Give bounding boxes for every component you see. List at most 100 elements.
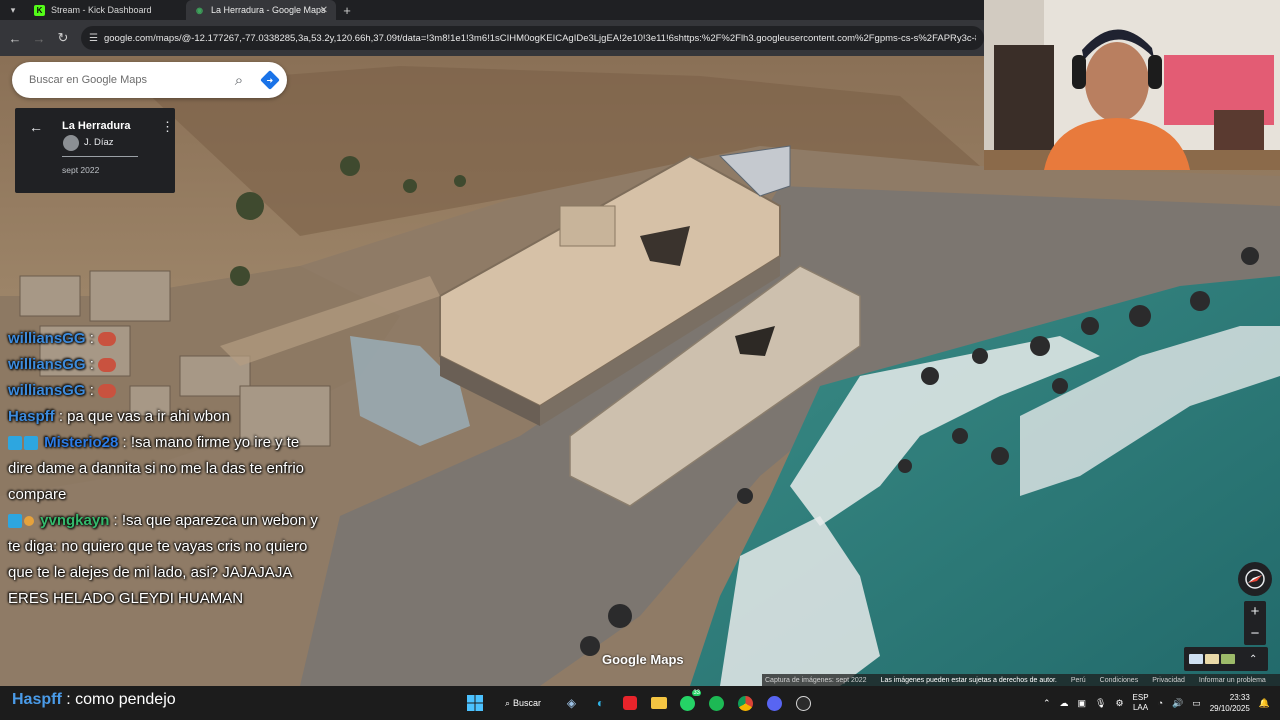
layer-thumb[interactable]: [1189, 654, 1203, 664]
lang-layout: LAA: [1132, 703, 1149, 712]
emote-icon: [97, 332, 116, 347]
settings-icon[interactable]: ⚙: [1115, 698, 1123, 709]
chat-message: williansGG :: [8, 352, 328, 378]
chat-username: Misterio28: [44, 434, 119, 451]
onedrive-icon[interactable]: ☁: [1060, 698, 1069, 709]
site-info-icon[interactable]: ☰: [89, 33, 98, 44]
webcam-image: [984, 0, 1280, 170]
file-explorer-icon[interactable]: [644, 689, 673, 717]
divider: [62, 156, 138, 157]
attribution-bar: Captura de imágenes: sept 2022 Las imáge…: [762, 674, 1280, 686]
microphone-icon[interactable]: 🎙: [1095, 698, 1106, 709]
privacy-link[interactable]: Privacidad: [1152, 677, 1185, 684]
search-input[interactable]: Buscar en Google Maps: [29, 74, 225, 86]
reload-icon[interactable]: ↻: [51, 26, 75, 50]
zoom-out-button[interactable]: −: [1244, 623, 1266, 645]
zoom-controls: + −: [1244, 601, 1266, 645]
webcam-overlay: [984, 0, 1280, 170]
volume-icon[interactable]: 🔊: [1172, 698, 1183, 709]
chat-text: : como pendejo: [66, 691, 176, 708]
compass-icon[interactable]: [1238, 562, 1272, 596]
chat-text: :: [89, 382, 94, 399]
maps-search-box[interactable]: Buscar en Google Maps ⌕ ➜: [12, 62, 287, 98]
capture-date-text: Captura de imágenes: sept 2022: [765, 676, 867, 684]
notification-badge: 33: [692, 690, 701, 696]
notifications-icon[interactable]: 🔔: [1259, 698, 1270, 709]
photo-author[interactable]: J. Díaz: [84, 137, 114, 148]
stream-chat-overlay: williansGG : williansGG : williansGG : H…: [8, 326, 328, 612]
latest-chat-message: Haspff : como pendejo: [0, 686, 460, 720]
chat-username: Haspff: [8, 408, 55, 425]
edge-icon[interactable]: ◐: [586, 689, 615, 717]
clock-date: 29/10/2025: [1209, 704, 1250, 713]
chat-username: williansGG: [8, 330, 86, 347]
chat-username: williansGG: [8, 382, 86, 399]
chat-username: Haspff: [12, 691, 62, 708]
chat-message: Haspff : pa que vas a ir ahi wbon: [8, 404, 328, 430]
tab-title: Stream - Kick Dashboard: [51, 5, 152, 15]
google-maps-logo: Google Maps: [602, 652, 684, 667]
input-language[interactable]: ESP LAA: [1133, 693, 1149, 713]
chat-message: williansGG :: [8, 378, 328, 404]
back-arrow-icon[interactable]: ←: [3, 26, 27, 50]
close-tab-icon[interactable]: ✕: [320, 5, 328, 16]
capture-date: sept 2022: [62, 165, 100, 175]
search-icon[interactable]: ⌕: [225, 72, 253, 89]
country-link[interactable]: Perú: [1071, 677, 1086, 684]
subscriber-badge-icon: [8, 436, 22, 451]
layer-thumb[interactable]: [1221, 654, 1235, 664]
clock[interactable]: 23:33 29/10/2025: [1210, 692, 1250, 714]
search-icon: ⌕: [504, 697, 511, 708]
chat-username: williansGG: [8, 356, 86, 373]
windows-start-icon[interactable]: [460, 689, 489, 717]
back-arrow-icon[interactable]: ←: [29, 119, 43, 135]
emote-icon: [97, 358, 116, 373]
wifi-icon[interactable]: ◔: [1158, 698, 1163, 708]
chat-username: yvngkayn: [40, 512, 110, 529]
copyright-text: Las imágenes pueden estar sujetas a dere…: [880, 676, 1057, 684]
kick-icon: K: [34, 4, 45, 16]
tab-kick-dashboard[interactable]: K Stream - Kick Dashboard: [26, 0, 186, 20]
chat-message: yvngkayn : !sa que aparezca un webon y t…: [8, 508, 328, 612]
google-maps-icon: ◉: [196, 5, 203, 15]
street-view-place-card: ← La Herradura ⋮ J. Díaz sept 2022: [15, 108, 175, 193]
chevron-up-icon[interactable]: ⌃: [1043, 698, 1051, 709]
chat-message: williansGG :: [8, 326, 328, 352]
chat-text: : pa que vas a ir ahi wbon: [58, 408, 230, 425]
chrome-icon[interactable]: [731, 689, 760, 717]
layer-thumb[interactable]: [1205, 654, 1219, 664]
zoom-in-button[interactable]: +: [1244, 601, 1266, 623]
tab-google-maps[interactable]: ◉ La Herradura - Google Maps ✕: [186, 0, 336, 20]
report-link[interactable]: Informar un problema: [1199, 677, 1266, 684]
tab-search-chevron-icon[interactable]: ▾: [0, 0, 26, 20]
chat-text: :: [89, 330, 94, 347]
forward-arrow-icon[interactable]: →: [27, 26, 51, 50]
wps-icon[interactable]: [615, 689, 644, 717]
discord-icon[interactable]: [760, 689, 789, 717]
lang-code: ESP: [1132, 693, 1149, 702]
chat-message: Misterio28 : !sa mano firme yo ire y te …: [8, 430, 328, 508]
chat-text: :: [89, 356, 94, 373]
battery-icon[interactable]: ▭: [1192, 698, 1201, 709]
network-icon[interactable]: ▣: [1078, 698, 1087, 709]
steam-icon[interactable]: ◈: [557, 689, 586, 717]
system-tray: ⌃ ☁ ▣ 🎙 ⚙ ESP LAA ◔ 🔊 ▭ 23:33 29/10/2025 🔔: [1043, 686, 1280, 720]
browser-tab-bar: ▾ K Stream - Kick Dashboard ◉ La Herradu…: [0, 0, 984, 20]
emote-icon: [97, 384, 116, 399]
place-title[interactable]: La Herradura: [62, 120, 130, 132]
directions-icon[interactable]: ➜: [253, 70, 287, 90]
terms-link[interactable]: Condiciones: [1100, 677, 1139, 684]
url-field[interactable]: ☰ google.com/maps/@-12.177267,-77.033828…: [81, 26, 984, 50]
whatsapp-icon[interactable]: 33: [673, 689, 702, 717]
taskbar-search[interactable]: ⌕ Buscar: [489, 689, 557, 717]
author-avatar: [63, 135, 79, 151]
spotify-icon[interactable]: [702, 689, 731, 717]
obs-icon[interactable]: [789, 689, 818, 717]
new-tab-button[interactable]: +: [336, 3, 358, 18]
layers-strip[interactable]: ⌃: [1184, 647, 1268, 671]
chevron-up-icon[interactable]: ⌃: [1249, 654, 1257, 665]
more-options-icon[interactable]: ⋮: [161, 119, 174, 135]
address-bar: ← → ↻ ☰ google.com/maps/@-12.177267,-77.…: [0, 20, 984, 56]
url-text: google.com/maps/@-12.177267,-77.0338285,…: [103, 32, 976, 44]
clock-time: 23:33: [1229, 693, 1250, 702]
